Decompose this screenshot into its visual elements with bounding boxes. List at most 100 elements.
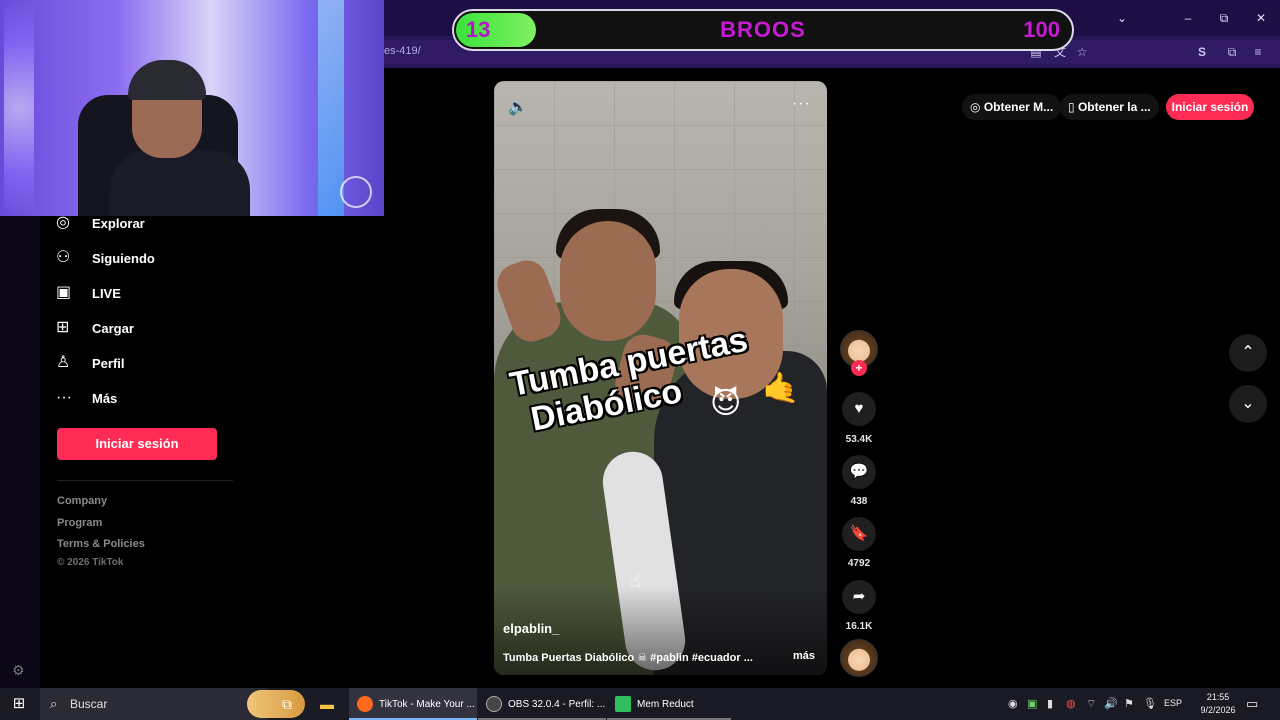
more-options-icon[interactable]: ···: [792, 95, 811, 113]
tray-mic-icon[interactable]: 🎙: [1143, 697, 1157, 710]
screen: { "browser": { "url_fragment": "es-419/"…: [0, 0, 1280, 720]
more-dots-icon: ···: [56, 389, 72, 406]
sidebar-item-explorar[interactable]: ◎ Explorar: [56, 209, 145, 237]
get-app-button[interactable]: ▯ Obtener la ...: [1060, 94, 1159, 120]
comment-count: 438: [850, 496, 868, 507]
following-icon: ⚇: [56, 249, 71, 266]
phone-icon: ▯: [1068, 100, 1078, 114]
sidebar-item-label: Perfil: [92, 355, 125, 371]
footer-link-company[interactable]: Company: [57, 495, 107, 507]
follow-plus-icon[interactable]: +: [851, 360, 867, 376]
person-left-head: [560, 221, 656, 341]
windows-start-icon[interactable]: ⊞: [0, 688, 38, 720]
search-icon: ⌕: [50, 696, 58, 711]
sidebar-item-cargar[interactable]: ⊞ Cargar: [56, 314, 134, 342]
next-video-chevron-down-icon[interactable]: ⌄: [1229, 385, 1267, 423]
sidebar-item-label: Siguiendo: [92, 250, 155, 266]
comment-icon[interactable]: 💬: [842, 455, 876, 489]
file-explorer-icon[interactable]: ▬: [318, 695, 336, 713]
tray-usb-icon[interactable]: ▮: [1047, 697, 1053, 710]
video-player[interactable]: Tumba puertas Diabólico 😈 🤙 🔈 ··· ☝ elpa…: [494, 81, 827, 675]
clock-date: 9/2/2026: [1200, 705, 1236, 715]
windows-taskbar: ⊞ ⌕ Buscar ⧉ ▬ TikTok - Make Your ... OB…: [0, 688, 1280, 720]
upload-icon: ⊞: [56, 319, 70, 336]
maximize-icon[interactable]: ⧉: [1214, 8, 1234, 28]
led-light: [318, 0, 344, 216]
score-right: 100: [1023, 17, 1060, 42]
sidebar-item-mas[interactable]: ··· Más: [56, 384, 117, 412]
search-placeholder: Buscar: [70, 697, 108, 711]
music-disc-avatar[interactable]: [840, 639, 878, 677]
tray-app-icon[interactable]: ⚑: [1124, 697, 1134, 710]
tray-volume-icon[interactable]: 🔊: [1104, 697, 1118, 710]
live-tv-icon: ▣: [56, 284, 72, 301]
sidebar-item-label: Más: [92, 390, 118, 406]
video-description: Tumba Puertas Diabólico ☠ #pablin #ecuad…: [503, 652, 753, 664]
notification-icon[interactable]: ▭: [1246, 696, 1258, 712]
save-count: 4792: [847, 558, 871, 569]
sidebar-login-button[interactable]: Iniciar sesión: [57, 428, 217, 460]
taskbar-search[interactable]: ⌕ Buscar: [40, 688, 305, 720]
sidebar-item-label: Cargar: [92, 320, 134, 336]
sidebar-item-label: LIVE: [92, 285, 121, 301]
tray-network-icon[interactable]: ◉: [1008, 697, 1018, 710]
devil-emoji-icon: 😈: [710, 387, 742, 420]
footer-link-program[interactable]: Program: [57, 517, 102, 529]
taskbar-app-label: TikTok - Make Your ...: [379, 698, 475, 710]
left-strip: [0, 216, 40, 688]
tray-memory-icon[interactable]: ▣: [1027, 697, 1037, 710]
taskbar-app-label: Mem Reduct: [637, 698, 694, 710]
header-login-button[interactable]: Iniciar sesión: [1166, 94, 1254, 120]
share-count: 16.1K: [845, 621, 873, 632]
led-light: [4, 0, 34, 216]
description-more-link[interactable]: más: [793, 650, 815, 662]
language-indicator[interactable]: ESP: [1164, 698, 1182, 708]
tab-list-chevron-icon[interactable]: ⌄: [1112, 8, 1132, 28]
tray-record-icon[interactable]: ◍: [1066, 697, 1076, 710]
search-highlight-image: [247, 690, 305, 718]
sidebar-item-live[interactable]: ▣ LIVE: [56, 279, 121, 307]
hand-emoji-icon: 🤙: [762, 372, 800, 405]
obs-icon: [486, 696, 502, 712]
url-text[interactable]: es-419/: [384, 45, 421, 57]
channel-logo-icon: [340, 176, 372, 208]
system-clock[interactable]: 21:55 9/2/2026: [1196, 691, 1240, 717]
mouse-cursor-icon: ☝: [630, 571, 641, 591]
minimize-icon[interactable]: –: [1178, 8, 1198, 28]
taskbar-app-label: OBS 32.0.4 - Perfil: ...: [508, 698, 606, 710]
settings-gear-icon[interactable]: ⚙: [12, 662, 25, 679]
footer-link-terms[interactable]: Terms & Policies: [57, 538, 145, 550]
close-window-icon[interactable]: ✕: [1251, 8, 1271, 28]
taskbar-app-memreduct[interactable]: Mem Reduct: [607, 688, 731, 720]
memreduct-icon: [615, 696, 631, 712]
extensions-icon[interactable]: ⧉: [1224, 44, 1240, 60]
clock-time: 21:55: [1206, 692, 1230, 702]
share-arrow-icon[interactable]: ➦: [842, 580, 876, 614]
profile-icon: ♙: [56, 354, 71, 371]
task-view-icon[interactable]: ⧉: [278, 695, 296, 713]
like-count: 53.4K: [845, 434, 873, 445]
compass-icon: ◎: [56, 214, 70, 231]
score-bar: 13 BROOS 100: [452, 9, 1074, 51]
tray-wifi-icon[interactable]: ⌔: [1086, 697, 1096, 711]
sidebar-item-label: Explorar: [92, 215, 145, 231]
extension-s-icon[interactable]: S: [1194, 44, 1210, 60]
sidebar-item-perfil[interactable]: ♙ Perfil: [56, 349, 125, 377]
bookmark-star-icon[interactable]: ☆: [1074, 44, 1090, 60]
menu-icon[interactable]: ≡: [1250, 44, 1266, 60]
copyright-text: © 2026 TikTok: [57, 557, 124, 568]
video-author[interactable]: elpablin_: [503, 621, 559, 636]
firefox-icon: [357, 696, 373, 712]
like-heart-icon[interactable]: ♥: [842, 392, 876, 426]
coin-icon: ◎: [970, 100, 984, 114]
sidebar-item-siguiendo[interactable]: ⚇ Siguiendo: [56, 244, 155, 272]
previous-video-chevron-up-icon[interactable]: ⌃: [1229, 334, 1267, 372]
taskbar-app-tiktok[interactable]: TikTok - Make Your ...: [349, 688, 477, 720]
volume-icon[interactable]: 🔈: [508, 97, 528, 117]
score-title: BROOS: [720, 17, 806, 42]
bookmark-icon[interactable]: 🔖: [842, 517, 876, 551]
taskbar-app-obs[interactable]: OBS 32.0.4 - Perfil: ...: [478, 688, 606, 720]
get-app-label: Obtener la ...: [1077, 100, 1151, 114]
streamer-body: [110, 150, 250, 216]
get-coins-button[interactable]: ◎ Obtener M...: [962, 94, 1062, 120]
